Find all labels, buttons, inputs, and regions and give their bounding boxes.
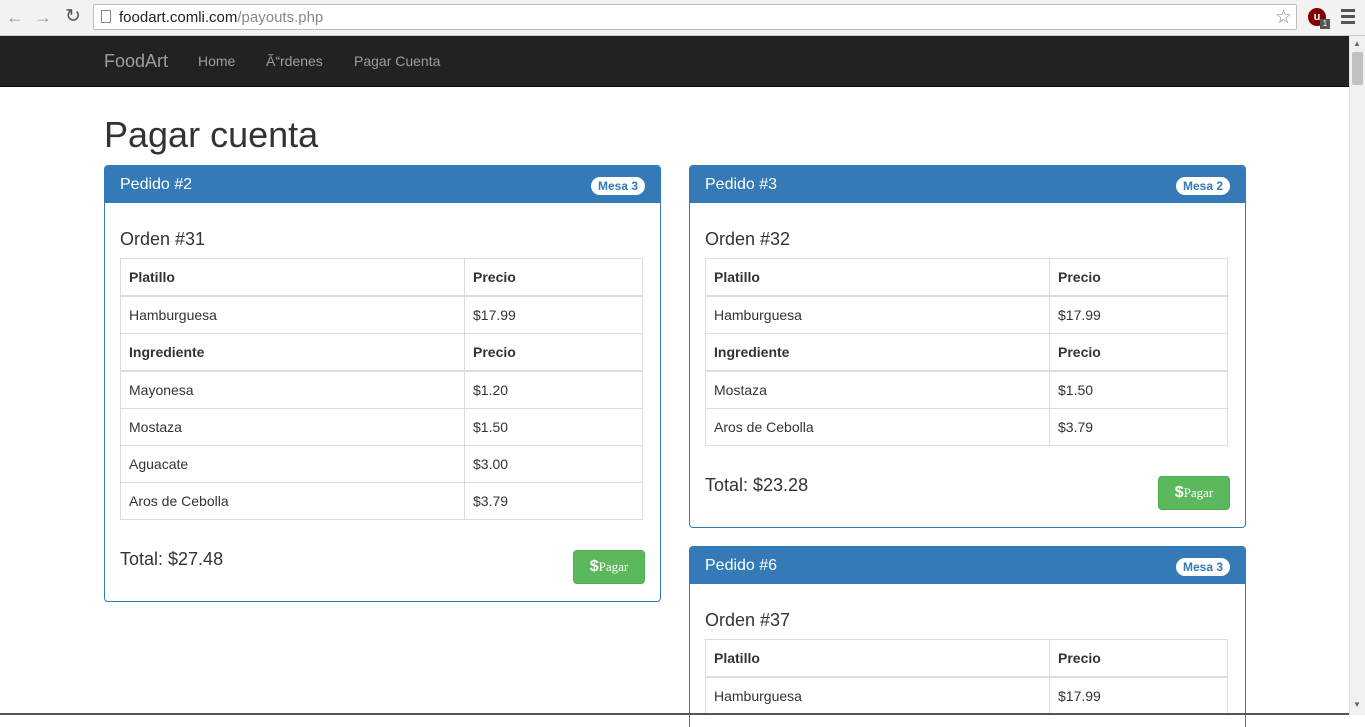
table-row: Hamburguesa $17.99 [705,295,1228,334]
scroll-thumb[interactable] [1352,52,1363,85]
pedido-panel: Pedido #2 Mesa 3 Orden #31 Platillo Prec… [104,165,661,602]
table-row: Aros de Cebolla $3.79 [120,482,643,520]
table-cell: $3.00 [464,445,643,483]
navbar: FoodArt Home Ã“rdenes Pagar Cuenta [0,36,1349,87]
table-header-row: Platillo Precio [120,258,643,297]
column-header: Platillo [705,639,1050,678]
table-cell: Mayonesa [120,370,465,409]
back-arrow-icon[interactable]: ← [4,6,26,28]
scroll-up-icon[interactable]: ▲ [1353,39,1361,48]
table-cell: $17.99 [1049,676,1228,715]
bookmark-star-icon[interactable]: ☆ [1275,6,1292,29]
column-header: Precio [1049,639,1228,678]
pedido-panel: Pedido #3 Mesa 2 Orden #32 Platillo Prec… [689,165,1246,528]
mesa-badge: Mesa 2 [1175,177,1230,195]
order-total: Total: $23.28 [705,475,809,495]
column-header: Ingrediente [120,333,465,372]
column-header: Platillo [705,258,1050,297]
orden-title: Orden #32 [705,229,791,249]
pedido-panel: Pedido #6 Mesa 3 Orden #37 Platillo Prec… [689,546,1246,727]
mesa-badge: Mesa 3 [1175,558,1230,576]
pagar-button[interactable]: $Pagar [573,550,645,584]
table-row: Mostaza $1.50 [120,408,643,446]
table-cell: Hamburguesa [705,295,1050,334]
column-header: Precio [1049,258,1228,297]
table-cell: $1.50 [1049,370,1228,409]
page-icon [101,10,111,23]
table-cell: Aguacate [120,445,465,483]
orden-title: Orden #37 [705,610,791,630]
column-header: Ingrediente [705,333,1050,372]
browser-toolbar: ← → ↻ foodart.comli.com/payouts.php ☆ u … [0,0,1365,36]
panel-title: Pedido #6 [705,557,778,574]
panel-title: Pedido #3 [705,176,778,193]
table-cell: Hamburguesa [120,295,465,334]
reload-icon[interactable]: ↻ [62,6,84,28]
table-cell: $3.79 [1049,408,1228,446]
dollar-icon: $ [589,558,599,575]
panel-heading: Pedido #3 Mesa 2 [690,166,1245,203]
pagar-label: Pagar [598,559,629,574]
column-header: Platillo [120,258,465,297]
table-cell: $3.79 [464,482,643,520]
table-cell: Mostaza [705,370,1050,409]
column-header: Precio [1049,333,1228,372]
order-total: Total: $27.48 [120,549,224,569]
order-table: Platillo Precio Hamburguesa $17.99 Ingre… [705,258,1228,446]
table-row: Aros de Cebolla $3.79 [705,408,1228,446]
table-header-row: Ingrediente Precio [120,333,643,372]
table-cell: $1.20 [464,370,643,409]
column-header: Precio [464,258,643,297]
dollar-icon: $ [1174,484,1184,501]
order-table: Platillo Precio Hamburguesa $17.99 [705,639,1228,715]
table-row: Aguacate $3.00 [120,445,643,483]
menu-icon[interactable] [1341,9,1355,27]
order-table: Platillo Precio Hamburguesa $17.99 Ingre… [120,258,643,520]
nav-link-pagar-cuenta[interactable]: Pagar Cuenta [354,53,440,69]
extension-badge: 1 [1320,19,1330,29]
table-cell: Aros de Cebolla [705,408,1050,446]
nav-link-home[interactable]: Home [198,53,235,69]
vertical-scrollbar[interactable]: ▲ ▼ [1349,36,1365,715]
forward-arrow-icon[interactable]: → [32,6,54,28]
panel-title: Pedido #2 [120,176,193,193]
table-row: Hamburguesa $17.99 [120,295,643,334]
table-cell: $1.50 [464,408,643,446]
table-header-row: Platillo Precio [705,258,1228,297]
table-row: Hamburguesa $17.99 [705,676,1228,715]
table-header-row: Ingrediente Precio [705,333,1228,372]
orden-title: Orden #31 [120,229,206,249]
table-cell: $17.99 [1049,295,1228,334]
mesa-badge: Mesa 3 [590,177,645,195]
panel-heading: Pedido #6 Mesa 3 [690,547,1245,584]
scroll-down-icon[interactable]: ▼ [1353,700,1361,709]
table-cell: Aros de Cebolla [120,482,465,520]
url-text[interactable]: foodart.comli.com/payouts.php [119,9,323,26]
address-bar[interactable]: foodart.comli.com/payouts.php ☆ [93,4,1297,30]
pagar-button[interactable]: $Pagar [1158,476,1230,510]
table-cell: Hamburguesa [705,676,1050,715]
navbar-brand[interactable]: FoodArt [104,51,168,72]
table-row: Mostaza $1.50 [705,370,1228,409]
table-header-row: Platillo Precio [705,639,1228,678]
column-header: Precio [464,333,643,372]
table-cell: $17.99 [464,295,643,334]
panel-heading: Pedido #2 Mesa 3 [105,166,660,203]
table-cell: Mostaza [120,408,465,446]
pagar-label: Pagar [1183,485,1214,500]
page-title: Pagar cuenta [104,114,319,155]
table-row: Mayonesa $1.20 [120,370,643,409]
nav-link-ordenes[interactable]: Ã“rdenes [266,53,323,69]
